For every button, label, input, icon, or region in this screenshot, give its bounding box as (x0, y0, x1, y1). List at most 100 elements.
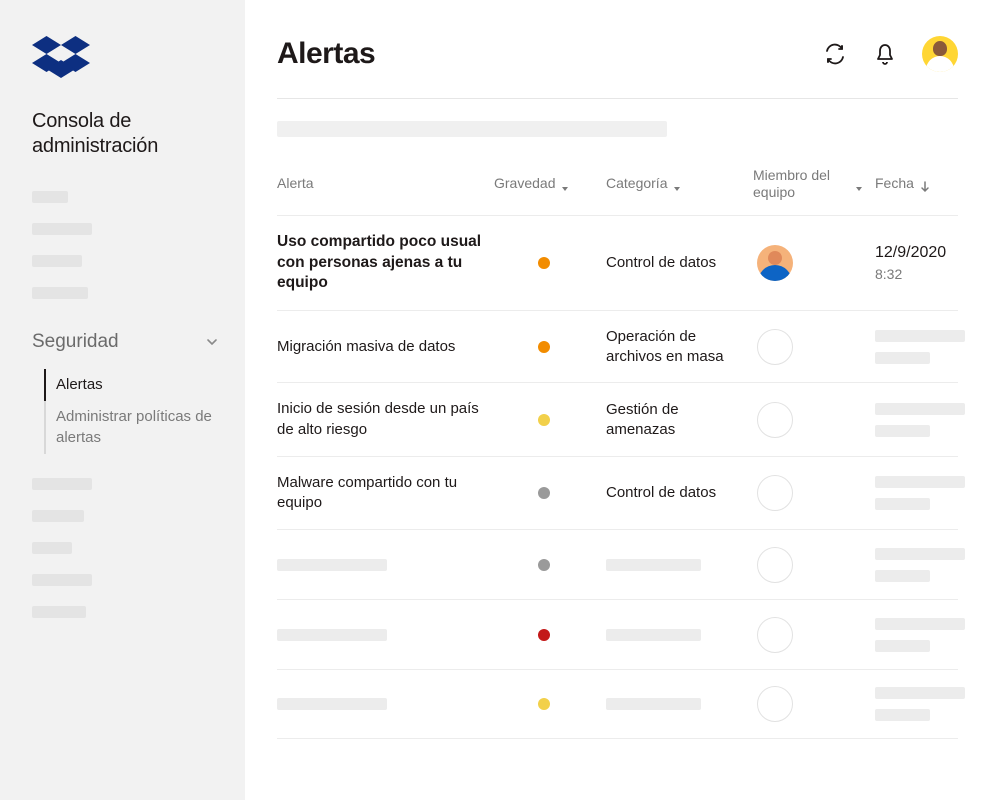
nav-item-placeholder (32, 223, 92, 235)
severity-dot-icon (538, 698, 550, 710)
severity-cell (494, 487, 594, 499)
th-date-label: Fecha (875, 175, 914, 192)
member-avatar[interactable] (757, 245, 793, 281)
member-avatar-empty (757, 475, 793, 511)
cell-placeholder (875, 709, 930, 721)
member-avatar-empty (757, 329, 793, 365)
nav-item-placeholder (32, 255, 82, 267)
member-cell (753, 547, 863, 583)
table-row[interactable] (277, 669, 958, 739)
caret-down-icon (561, 180, 569, 188)
divider (277, 98, 958, 99)
table-row[interactable]: Inicio de sesión desde un país de alto r… (277, 382, 958, 456)
sidebar: Consola de administración Seguridad Aler… (0, 0, 245, 800)
nav-sub-item-politicas[interactable]: Administrar políticas de alertas (44, 401, 221, 454)
cell-placeholder (875, 687, 965, 699)
member-cell (753, 329, 863, 365)
category-cell: Control de datos (606, 483, 741, 503)
severity-dot-icon (538, 559, 550, 571)
alerts-table: Alerta Gravedad Categoría Miembro del eq… (277, 167, 958, 739)
console-title: Consola de administración (32, 109, 221, 159)
nav-item-placeholder (32, 287, 88, 299)
filter-bar-placeholder (277, 121, 667, 137)
severity-dot-icon (538, 341, 550, 353)
cell-placeholder (277, 559, 387, 571)
severity-cell (494, 629, 594, 641)
severity-dot-icon (538, 487, 550, 499)
date-value: 12/9/2020 (875, 244, 958, 262)
date-cell (875, 476, 965, 510)
nav-placeholder-group-1 (32, 191, 221, 299)
table-row[interactable]: Migración masiva de datosOperación de ar… (277, 310, 958, 382)
date-cell (875, 618, 965, 652)
cell-placeholder (875, 352, 930, 364)
alert-title: Migración masiva de datos (277, 337, 482, 357)
nav-item-placeholder (32, 191, 68, 203)
arrow-down-icon (920, 180, 928, 188)
refresh-icon[interactable] (822, 41, 848, 67)
table-row[interactable] (277, 529, 958, 599)
cell-placeholder (875, 570, 930, 582)
caret-down-icon (673, 180, 681, 188)
member-cell (753, 617, 863, 653)
member-avatar-empty (757, 402, 793, 438)
th-severity-label: Gravedad (494, 175, 555, 192)
cell-placeholder (606, 559, 701, 571)
table-row[interactable] (277, 599, 958, 669)
severity-dot-icon (538, 629, 550, 641)
table-header: Alerta Gravedad Categoría Miembro del eq… (277, 167, 958, 215)
severity-dot-icon (538, 414, 550, 426)
severity-cell (494, 698, 594, 710)
table-row[interactable]: Malware compartido con tu equipo Control … (277, 456, 958, 530)
cell-placeholder (606, 698, 701, 710)
category-cell: Control de datos (606, 253, 741, 273)
category-cell: Gestión de amenazas (606, 400, 741, 439)
date-cell (875, 403, 965, 437)
severity-cell (494, 414, 594, 426)
page-title: Alertas (277, 37, 375, 71)
cell-placeholder (277, 629, 387, 641)
table-row[interactable]: Uso compartido poco usual con personas a… (277, 215, 958, 311)
nav-item-placeholder (32, 478, 92, 490)
th-member-label: Miembro del equipo (753, 167, 849, 201)
th-alert[interactable]: Alerta (277, 175, 482, 192)
nav-security-toggle[interactable]: Seguridad (32, 327, 221, 357)
th-member[interactable]: Miembro del equipo (753, 167, 863, 201)
cell-placeholder (875, 618, 965, 630)
alert-title: Malware compartido con tu equipo (277, 473, 482, 514)
bell-icon[interactable] (872, 41, 898, 67)
time-value: 8:32 (875, 266, 958, 282)
alert-title: Uso compartido poco usual con personas a… (277, 232, 482, 295)
th-category[interactable]: Categoría (606, 175, 741, 192)
th-category-label: Categoría (606, 175, 667, 192)
th-severity[interactable]: Gravedad (494, 175, 594, 192)
severity-cell (494, 257, 594, 269)
nav-item-placeholder (32, 574, 92, 586)
member-avatar-empty (757, 547, 793, 583)
nav-item-placeholder (32, 510, 84, 522)
date-cell (875, 330, 965, 364)
cell-placeholder (875, 640, 930, 652)
date-cell: 12/9/2020 8:32 (875, 244, 958, 282)
cell-placeholder (875, 476, 965, 488)
main-content: Alertas (245, 0, 990, 800)
top-actions (822, 36, 958, 72)
member-cell (753, 686, 863, 722)
date-cell (875, 687, 965, 721)
severity-cell (494, 341, 594, 353)
member-cell (753, 402, 863, 438)
nav-security-label: Seguridad (32, 331, 119, 353)
th-date[interactable]: Fecha (875, 175, 958, 192)
cell-placeholder (875, 330, 965, 342)
nav-item-placeholder (32, 542, 72, 554)
top-bar: Alertas (277, 36, 958, 72)
alert-title: Inicio de sesión desde un país de alto r… (277, 399, 482, 440)
nav-sub-item-alertas[interactable]: Alertas (44, 369, 221, 401)
member-cell (753, 475, 863, 511)
nav-placeholder-group-2 (32, 478, 221, 618)
member-avatar-empty (757, 686, 793, 722)
cell-placeholder (875, 498, 930, 510)
cell-placeholder (875, 425, 930, 437)
nav-section-security: Seguridad Alertas Administrar políticas … (32, 327, 221, 454)
user-avatar[interactable] (922, 36, 958, 72)
